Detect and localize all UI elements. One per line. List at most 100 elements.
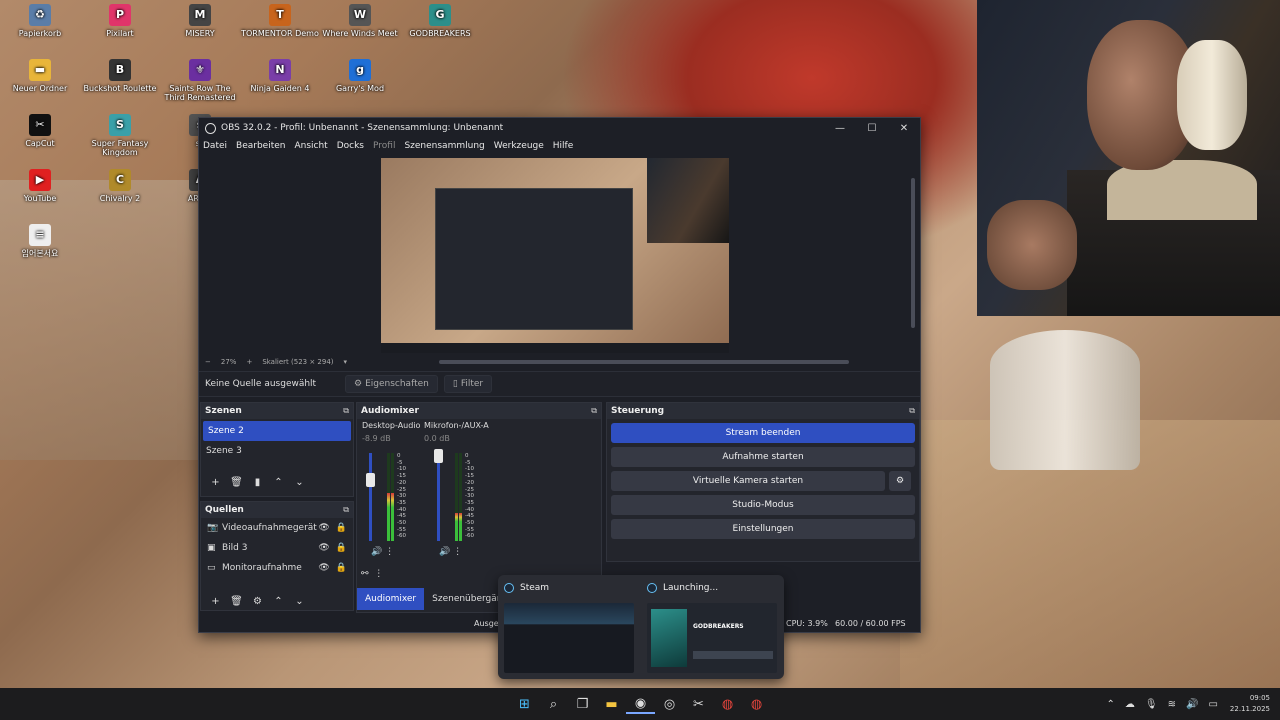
lock-icon[interactable]: 🔒 [336, 543, 347, 553]
desktop-icon[interactable]: G GODBREAKERS [400, 4, 480, 38]
dock-float-icon[interactable]: ⧉ [343, 505, 349, 515]
gear-icon[interactable]: ⚙ [247, 596, 268, 607]
preview-vscrollbar[interactable] [911, 178, 915, 328]
source-item[interactable]: 📷 Videoaufnahmegerät 👁 🔒 [201, 518, 353, 538]
kebab-menu-icon[interactable]: ⋮ [453, 547, 462, 557]
visibility-eye-icon[interactable]: 👁 [318, 563, 329, 573]
desktop-icon[interactable]: ⚜ Saints Row The Third Remastered [160, 59, 240, 102]
minimize-button[interactable]: — [824, 123, 856, 134]
menu-datei[interactable]: Datei [203, 141, 227, 151]
search-icon[interactable]: ⌕ [539, 694, 568, 714]
move-up-icon[interactable]: ⌃ [268, 596, 289, 607]
steam-taskbar-icon[interactable]: ◉ [626, 694, 655, 714]
stop-stream-button[interactable]: Stream beenden [611, 423, 915, 443]
volume-fader[interactable] [434, 449, 443, 541]
desktop-icon[interactable]: ♻ Papierkorb [0, 4, 80, 38]
trash-icon[interactable]: 🗑 [226, 477, 247, 488]
desktop-icon[interactable]: g Garry's Mod [320, 59, 400, 93]
file-explorer-icon[interactable]: ▬ [597, 694, 626, 714]
obs-titlebar[interactable]: OBS 32.0.2 - Profil: Unbenannt - Szenens… [199, 118, 920, 138]
move-down-icon[interactable]: ⌄ [289, 596, 310, 607]
maximize-button[interactable]: ☐ [856, 123, 888, 134]
desktop-icon[interactable]: N Ninja Gaiden 4 [240, 59, 320, 93]
start-recording-button[interactable]: Aufnahme starten [611, 447, 915, 467]
preview-canvas[interactable] [201, 156, 919, 356]
filter-button[interactable]: ▯ Filter [443, 375, 493, 393]
desktop-icon[interactable]: B Buckshot Roulette [80, 59, 160, 93]
start-virtual-camera-button[interactable]: Virtuelle Kamera starten [611, 471, 885, 491]
scale-dropdown-icon[interactable]: ▾ [344, 358, 348, 366]
zoom-in-button[interactable]: + [246, 358, 252, 366]
menu-ansicht[interactable]: Ansicht [294, 141, 327, 151]
trash-icon[interactable]: 🗑 [226, 596, 247, 607]
windows-start-icon[interactable]: ⊞ [510, 694, 539, 714]
volume-icon[interactable]: 🔊 [1186, 699, 1198, 710]
chrome-icon[interactable]: ◍ [713, 694, 742, 714]
zoom-out-button[interactable]: − [205, 358, 211, 366]
desktop-icon[interactable]: ▬ Neuer Ordner [0, 59, 80, 93]
kebab-menu-icon[interactable]: ⋮ [374, 569, 383, 579]
dock-float-icon[interactable]: ⧉ [909, 406, 915, 416]
desktop-icon[interactable]: M MISERY [160, 4, 240, 38]
tab-audiomixer[interactable]: Audiomixer [357, 588, 425, 610]
virtual-camera-settings-icon[interactable]: ⚙ [889, 471, 911, 491]
speaker-icon[interactable]: 🔊 [371, 547, 382, 557]
desktop-icon[interactable]: ✂ CapCut [0, 114, 80, 148]
desktop-icon[interactable]: P Pixilart [80, 4, 160, 38]
source-item[interactable]: ▣ Bild 3 👁 🔒 [201, 538, 353, 558]
close-button[interactable]: ✕ [888, 123, 920, 134]
move-up-icon[interactable]: ⌃ [268, 477, 289, 488]
speaker-icon[interactable]: 🔊 [439, 547, 450, 557]
menu-bearbeiten[interactable]: Bearbeiten [236, 141, 285, 151]
fader-knob[interactable] [434, 449, 443, 463]
cloud-icon[interactable]: ☁ [1125, 699, 1135, 710]
menu-werkzeuge[interactable]: Werkzeuge [494, 141, 544, 151]
filter-icon[interactable]: ▮ [247, 477, 268, 488]
volume-fader[interactable] [366, 453, 375, 541]
task-view-icon[interactable]: ❐ [568, 694, 597, 714]
menu-profil[interactable]: Profil [373, 141, 395, 151]
desktop-icon[interactable]: ▶ YouTube [0, 169, 80, 203]
move-down-icon[interactable]: ⌄ [289, 477, 310, 488]
menu-docks[interactable]: Docks [337, 141, 364, 151]
menu-hilfe[interactable]: Hilfe [553, 141, 573, 151]
chevron-up-icon[interactable]: ⌃ [1107, 699, 1115, 710]
visibility-eye-icon[interactable]: 👁 [318, 523, 329, 533]
obs-window[interactable]: OBS 32.0.2 - Profil: Unbenannt - Szenens… [198, 117, 921, 633]
properties-button[interactable]: ⚙ Eigenschaften [345, 375, 438, 393]
advanced-audio-icon[interactable]: ⚯ [361, 569, 369, 579]
volume-meter[interactable]: 0 -5 -10 -15 -20 -25 -30 -35 -40 -45 -50 -55 -60 [366, 453, 429, 543]
fader-knob[interactable] [366, 472, 375, 487]
lock-icon[interactable]: 🔒 [336, 523, 347, 533]
desktop-icon[interactable]: ≡ 임어본서요 [0, 224, 80, 258]
battery-icon[interactable]: ▭ [1208, 699, 1217, 710]
wifi-icon[interactable]: ≋ [1168, 699, 1176, 710]
obs-taskbar-icon[interactable]: ◎ [655, 694, 684, 714]
source-item[interactable]: ▭ Monitoraufnahme 👁 🔒 [201, 558, 353, 578]
scene-item[interactable]: Szene 2 [203, 421, 351, 441]
preview-hscrollbar[interactable] [439, 360, 849, 364]
lock-icon[interactable]: 🔒 [336, 563, 347, 573]
chrome-icon[interactable]: ◍ [742, 694, 771, 714]
desktop-icon[interactable]: T TORMENTOR Demo [240, 4, 320, 38]
studio-mode-button[interactable]: Studio-Modus [611, 495, 915, 515]
capcut-taskbar-icon[interactable]: ✂ [684, 694, 713, 714]
steam-window-preview[interactable]: Steam [498, 575, 641, 679]
launching-window-preview[interactable]: Launching... GODBREAKERS [641, 575, 784, 679]
kebab-menu-icon[interactable]: ⋮ [385, 547, 394, 557]
clock[interactable]: 09:05 22.11.2025 [1230, 693, 1270, 715]
dock-float-icon[interactable]: ⧉ [343, 406, 349, 416]
microphone-icon[interactable]: 🎙 [1145, 699, 1158, 710]
visibility-eye-icon[interactable]: 👁 [318, 543, 329, 553]
desktop-icon[interactable]: C Chivalry 2 [80, 169, 160, 203]
add-source-icon[interactable]: + [205, 596, 226, 607]
scene-item[interactable]: Szene 3 [201, 441, 353, 461]
desktop-icon[interactable]: S Super Fantasy Kingdom [80, 114, 160, 157]
add-scene-icon[interactable]: + [205, 477, 226, 488]
desktop-icon[interactable]: W Where Winds Meet [320, 4, 400, 38]
settings-button[interactable]: Einstellungen [611, 519, 915, 539]
volume-meter[interactable]: 0 -5 -10 -15 -20 -25 -30 -35 -40 -45 -50 -55 -60 [434, 449, 497, 543]
recycle-bin-icon: ♻ [29, 4, 51, 26]
dock-float-icon[interactable]: ⧉ [591, 406, 597, 416]
menu-szenensammlung[interactable]: Szenensammlung [404, 141, 484, 151]
